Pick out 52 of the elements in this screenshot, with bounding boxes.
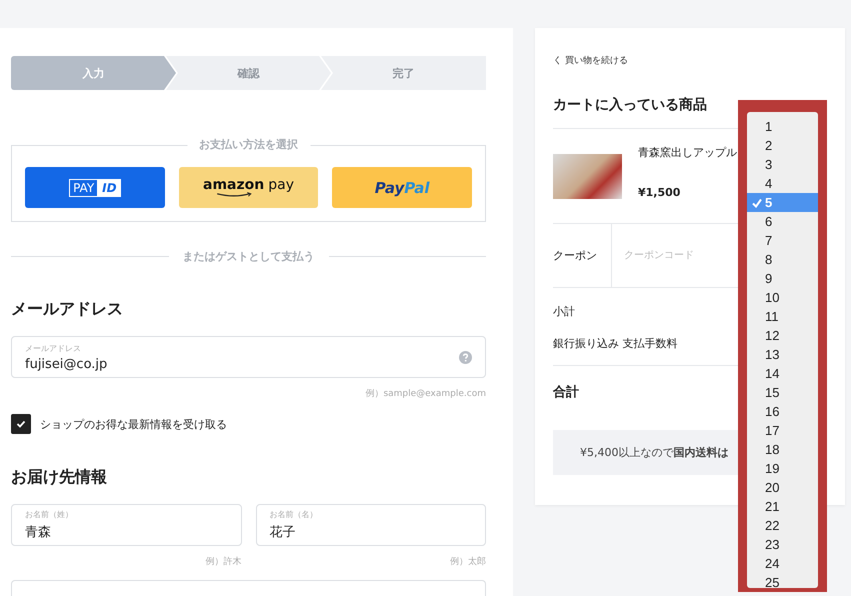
menu-option[interactable]: 20 (747, 478, 818, 497)
newsletter-checkbox[interactable] (11, 414, 31, 434)
section-heading: お届け先情報 (11, 467, 108, 488)
name-field[interactable]: お名前（姓） 青森 (11, 504, 242, 546)
check-icon (15, 418, 27, 430)
menu-option[interactable]: 21 (747, 497, 818, 516)
menu-option[interactable]: 3 (747, 155, 818, 174)
field-hint: 例）sample@example.com (364, 388, 486, 400)
email-field[interactable]: メールアドレス fujisei@co.jp (11, 336, 486, 378)
menu-option[interactable]: 25 (747, 573, 818, 588)
menu-option[interactable]: 8 (747, 250, 818, 269)
payment-button[interactable]: PayPal (332, 167, 472, 208)
menu-option[interactable]: 24 (747, 554, 818, 573)
payment-title: お支払い方法を選択 (187, 137, 310, 152)
menu-option[interactable]: 10 (747, 288, 818, 307)
smile-arrow-icon (216, 192, 252, 198)
menu-option[interactable]: 18 (747, 440, 818, 459)
section-heading: メールアドレス (11, 299, 124, 320)
coupon-field[interactable]: クーポンコード (612, 246, 734, 266)
menu-option[interactable]: 1 (747, 117, 818, 136)
menu-option[interactable]: 16 (747, 402, 818, 421)
menu-option[interactable]: 4 (747, 174, 818, 193)
name-field[interactable]: お名前（名） 花子 (256, 504, 486, 546)
product-photo (553, 154, 622, 199)
check-icon (752, 198, 762, 208)
help-icon[interactable] (459, 350, 472, 364)
payment-button[interactable]: PAY ID (25, 167, 165, 208)
guest-divider-text: またはゲストとして支払う (182, 249, 314, 264)
summary-label: 銀行振り込み 支払手数料 (553, 337, 678, 350)
menu-option[interactable]: 6 (747, 212, 818, 231)
product-price: ¥1,500 (638, 186, 682, 198)
cart-heading: カートに入っている商品 (553, 96, 708, 114)
total-label: 合計 (553, 385, 579, 400)
field-hint: 例）許木 (204, 556, 242, 568)
menu-option[interactable]: 7 (747, 231, 818, 250)
menu-option[interactable]: 23 (747, 535, 818, 554)
field-hint: 例）太郎 (449, 556, 486, 568)
newsletter-label: ショップのお得な最新情報を受け取る (40, 416, 227, 432)
product-name: 青森窯出しアップル (638, 144, 737, 160)
menu-option[interactable]: 14 (747, 364, 818, 383)
menu-option[interactable]: 11 (747, 307, 818, 326)
menu-option[interactable]: 9 (747, 269, 818, 288)
payment-button[interactable]: amazon pay (178, 167, 318, 208)
menu-option[interactable]: 22 (747, 516, 818, 535)
menu-option[interactable]: 13 (747, 345, 818, 364)
menu-option[interactable]: 19 (747, 459, 818, 478)
summary-label: 小計 (553, 305, 575, 318)
coupon-label: クーポン (553, 248, 597, 263)
menu-option[interactable]: 2 (747, 136, 818, 155)
menu-option[interactable]: 12 (747, 326, 818, 345)
menu-option[interactable]: 15 (747, 383, 818, 402)
continue-shopping-link[interactable]: く 買い物を続ける (553, 54, 628, 67)
